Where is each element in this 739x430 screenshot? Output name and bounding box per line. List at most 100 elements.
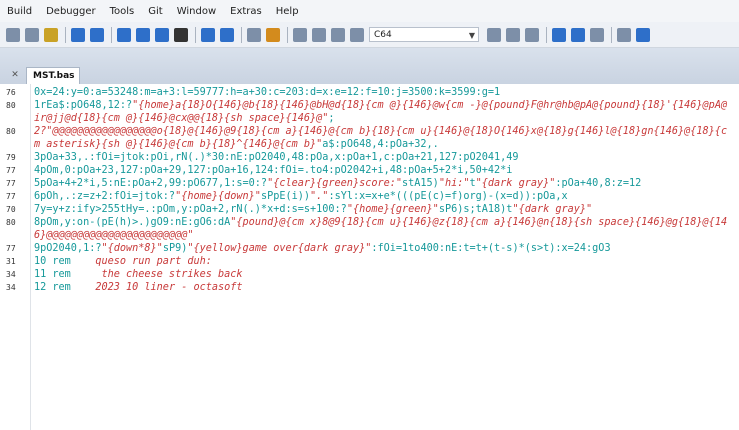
string-literal: "{down*8}" (101, 243, 163, 254)
line-number: 80 (6, 218, 16, 227)
toolbar-separator (195, 26, 196, 43)
tab-bar: ✕ MST.bas (0, 48, 739, 84)
code-text: 7y=y+z:ify>255tHy=.:pOm,y:pOa+2,rN(.)*x+… (34, 204, 347, 215)
line-number: 77 (6, 166, 16, 175)
code-text: 12 rem (34, 282, 96, 293)
toolbar-separator (287, 26, 288, 43)
comment-icon[interactable] (247, 27, 261, 42)
window-icon[interactable] (293, 27, 307, 42)
line-number: 80 (6, 101, 16, 110)
line-number: 31 (6, 257, 16, 266)
bulb-icon[interactable] (90, 27, 104, 42)
outdent-icon[interactable] (220, 27, 234, 42)
close-icon[interactable] (174, 27, 188, 42)
string-literal: "{home}{down}" (175, 191, 261, 202)
menu-item-build[interactable]: Build (0, 6, 39, 17)
string-literal: "{dark gray}" (512, 204, 593, 215)
edit-icon[interactable] (590, 27, 604, 42)
code-text: 1rEa$:pO648,12:? (34, 100, 133, 111)
columns-icon[interactable] (525, 27, 539, 42)
tab-file[interactable]: MST.bas (26, 67, 80, 84)
target-platform-select[interactable]: C64 ▼ (369, 27, 479, 42)
code-area[interactable]: 76 0x=24:y=0:a=53248:m=a+3:l=59777:h=a+30… (0, 86, 739, 294)
menu-item-debugger[interactable]: Debugger (39, 6, 103, 17)
settings-icon[interactable] (617, 27, 631, 42)
line-number: 70 (6, 205, 16, 214)
code-text: 10 rem (34, 256, 96, 267)
table-icon[interactable] (487, 27, 501, 42)
code-line[interactable]: 76 0x=24:y=0:a=53248:m=a+3:l=59777:h=a+30… (0, 86, 739, 99)
target-platform-value: C64 (374, 30, 392, 40)
bookmark-icon[interactable] (266, 27, 280, 42)
arrow-right-icon[interactable] (136, 27, 150, 42)
run-icon[interactable] (117, 27, 131, 42)
stack-icon[interactable] (552, 27, 566, 42)
line-number: 77 (6, 244, 16, 253)
grid-icon[interactable] (350, 27, 364, 42)
code-text: sPpE(i)) (260, 191, 311, 202)
code-text: :sYl:x=x+e*(((pE(c)=f)org)-(x=d)):pOa,x (328, 191, 568, 202)
code-text: 3pOa+33,.:fOi=jtok:pOi,rN(.)*30:nE:pO204… (34, 152, 519, 163)
code-text: 6pOh,.:z=z+2:fOi=jtok:? (34, 191, 176, 202)
format-icon[interactable] (571, 27, 585, 42)
code-text: 9pO2040,1:? (34, 243, 102, 254)
list-icon[interactable] (71, 27, 85, 42)
code-text: 5pOa+4+2*i,5:nE:pOa+2,99:pO677,1:s=0:? (34, 178, 268, 189)
code-line[interactable]: 80 2?"@@@@@@@@@@@@@@@@@o{18}@{146}@9{18}{… (0, 125, 739, 151)
string-literal: "{home}{green}" (346, 204, 439, 215)
menu-item-extras[interactable]: Extras (223, 6, 269, 17)
line-number: 80 (6, 127, 16, 136)
code-line[interactable]: 80 8pOm,y:on-(pE(h)>.)gO9:nE:gO6:dA"{poun… (0, 216, 739, 242)
code-line[interactable]: 77 5pOa+4+2*i,5:nE:pOa+2,99:pO677,1:s=0:?… (0, 177, 739, 190)
code-text: 4pOm,0:pOa+23,127:pOa+29,127:pOa+16,124:… (34, 165, 513, 176)
code-editor[interactable]: 76 0x=24:y=0:a=53248:m=a+3:l=59777:h=a+30… (0, 84, 739, 430)
line-number: 77 (6, 192, 16, 201)
indent-icon[interactable] (201, 27, 215, 42)
line-number: 76 (6, 88, 16, 97)
code-line[interactable]: 80 1rEa$:pO648,12:?"{home}a{18}O{146}@b{1… (0, 99, 739, 125)
code-line[interactable]: 70 7y=y+z:ify>255tHy=.:pOm,y:pOa+2,rN(.)*… (0, 203, 739, 216)
toolbar-separator (65, 26, 66, 43)
menu-item-window[interactable]: Window (170, 6, 223, 17)
comment-text: the cheese strikes back (101, 269, 243, 280)
line-number: 34 (6, 270, 16, 279)
code-text: sP6)s;tA18)t (438, 204, 513, 215)
toolbar-separator (111, 26, 112, 43)
minus-icon[interactable] (155, 27, 169, 42)
menu-bar: Build Debugger Tools Git Window Extras Help (0, 0, 739, 22)
paste-icon[interactable] (44, 27, 58, 42)
code-text: 0x=24:y=0:a=53248:m=a+3:l=59777:h=a+30:c… (34, 87, 501, 98)
code-line[interactable]: 77 4pOm,0:pOa+23,127:pOa+29,127:pOa+16,12… (0, 164, 739, 177)
align-icon[interactable] (506, 27, 520, 42)
comment-text: queso run part duh: (95, 256, 212, 267)
code-line[interactable]: 34 11 rem the cheese strikes back (0, 268, 739, 281)
code-line[interactable]: 31 10 rem queso run part duh: (0, 255, 739, 268)
string-literal: "." (310, 191, 329, 202)
string-literal: "{home}a{18}O{146}@b{18}{146}@bH@d{18}{c… (34, 100, 728, 124)
help-icon[interactable] (636, 27, 650, 42)
code-line[interactable]: 79 3pOa+33,.:fOi=jtok:pOi,rN(.)*30:nE:pO2… (0, 151, 739, 164)
line-number: 79 (6, 153, 16, 162)
line-number: 34 (6, 283, 16, 292)
code-line[interactable]: 77 9pO2040,1:?"{down*8}"sP9)"{yellow}game… (0, 242, 739, 255)
menu-item-tools[interactable]: Tools (103, 6, 142, 17)
code-text: 8pOm,y:on-(pE(h)>.)gO9:nE:gO6:dA (34, 217, 231, 228)
code-text: sP9) (162, 243, 188, 254)
close-tab-icon[interactable]: ✕ (10, 70, 20, 80)
code-line[interactable]: 77 6pOh,.:z=z+2:fOi=jtok:?"{home}{down}"s… (0, 190, 739, 203)
code-text: 11 rem (34, 269, 102, 280)
menu-item-git[interactable]: Git (141, 6, 169, 17)
menu-item-help[interactable]: Help (269, 6, 306, 17)
cut-icon[interactable] (6, 27, 20, 42)
window-tile-icon[interactable] (331, 27, 345, 42)
code-line[interactable]: 34 12 rem 2023 10 liner - octasoft (0, 281, 739, 294)
code-text: :pOa+40,8:z=12 (555, 178, 642, 189)
code-text: a$:pO648,4:pOa+32,. (322, 139, 439, 150)
string-literal: "{clear}{green}score:" (267, 178, 403, 189)
toolbar: C64 ▼ (0, 22, 739, 48)
string-literal: "{yellow}game over{dark gray}" (187, 243, 372, 254)
code-text: ; (328, 113, 335, 124)
window-split-icon[interactable] (312, 27, 326, 42)
copy-icon[interactable] (25, 27, 39, 42)
toolbar-separator (546, 26, 547, 43)
